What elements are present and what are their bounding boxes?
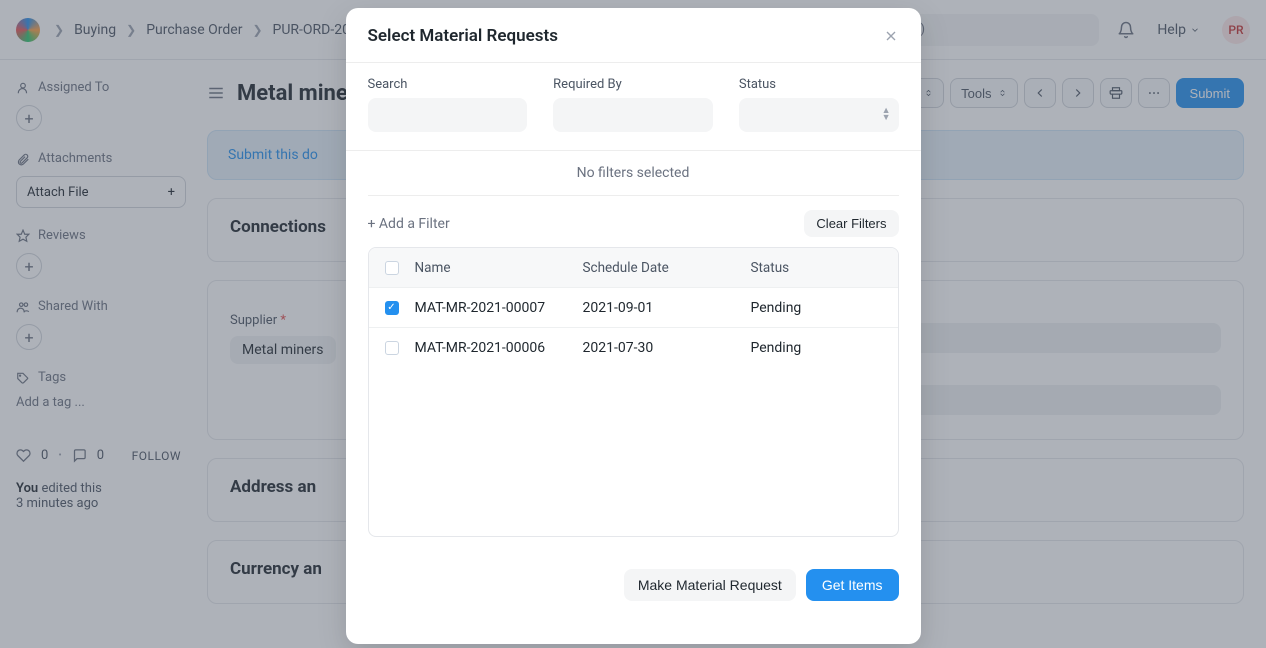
get-items-button[interactable]: Get Items (806, 569, 899, 601)
col-date-header: Schedule Date (583, 260, 751, 276)
row-checkbox[interactable]: ✓ (385, 301, 399, 315)
col-status-header: Status (751, 260, 898, 276)
modal-overlay: Select Material Requests Search Required… (0, 0, 1266, 648)
select-handles-icon: ▲▼ (882, 108, 891, 122)
required-by-filter: Required By (553, 77, 713, 132)
modal-header: Select Material Requests (346, 8, 921, 63)
search-input[interactable] (368, 98, 528, 132)
modal-title: Select Material Requests (368, 26, 558, 46)
col-name-header: Name (415, 260, 583, 276)
select-all-cell (369, 261, 415, 275)
row-name: MAT-MR-2021-00007 (415, 300, 583, 316)
row-date: 2021-07-30 (583, 340, 751, 356)
modal-filter-row: Search Required By Status ▲▼ (346, 63, 921, 151)
add-filter-button[interactable]: + Add a Filter (368, 216, 450, 232)
row-status: Pending (751, 340, 898, 356)
no-filters-message: No filters selected (368, 151, 899, 196)
material-request-grid: Name Schedule Date Status ✓ MAT-MR-2021-… (368, 247, 899, 537)
status-filter-label: Status (739, 77, 899, 92)
row-check-cell (369, 341, 415, 355)
row-name: MAT-MR-2021-00006 (415, 340, 583, 356)
close-icon[interactable] (883, 28, 899, 44)
search-filter: Search (368, 77, 528, 132)
modal-filter-bar: + Add a Filter Clear Filters (346, 196, 921, 247)
clear-filters-button[interactable]: Clear Filters (804, 210, 898, 237)
row-status: Pending (751, 300, 898, 316)
grid-row[interactable]: MAT-MR-2021-00006 2021-07-30 Pending (369, 328, 898, 368)
row-checkbox[interactable] (385, 341, 399, 355)
modal-actions: Make Material Request Get Items (346, 555, 921, 623)
row-check-cell: ✓ (369, 301, 415, 315)
select-all-checkbox[interactable] (385, 261, 399, 275)
make-material-request-button[interactable]: Make Material Request (624, 569, 796, 601)
grid-header-row: Name Schedule Date Status (369, 248, 898, 288)
material-request-modal: Select Material Requests Search Required… (346, 8, 921, 644)
required-by-label: Required By (553, 77, 713, 92)
status-filter: Status ▲▼ (739, 77, 899, 132)
row-date: 2021-09-01 (583, 300, 751, 316)
status-select[interactable]: ▲▼ (739, 98, 899, 132)
search-filter-label: Search (368, 77, 528, 92)
required-by-input[interactable] (553, 98, 713, 132)
grid-row[interactable]: ✓ MAT-MR-2021-00007 2021-09-01 Pending (369, 288, 898, 328)
